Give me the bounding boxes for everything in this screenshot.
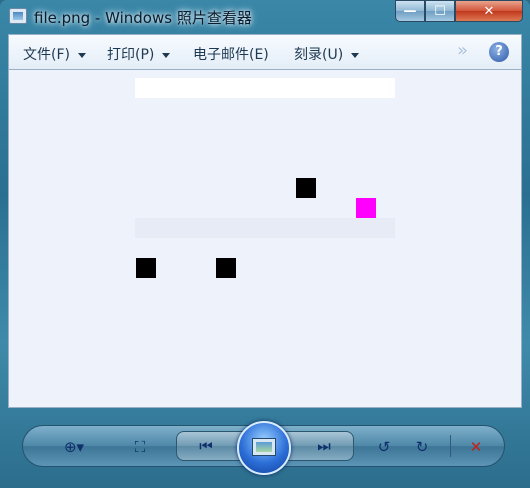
delete-icon[interactable]: ✕: [465, 437, 487, 457]
image-white-strip: [135, 78, 395, 98]
black-pixel-3: [216, 258, 236, 278]
menu-file-label: 文件(F): [23, 47, 70, 63]
black-pixel-1: [296, 178, 316, 198]
image-canvas[interactable]: [8, 70, 522, 408]
photo-viewer-window: file.png - Windows 照片查看器 — ☐ ✕ 文件(F) 打印(…: [0, 0, 530, 488]
rotate-clockwise-icon[interactable]: ↻: [411, 437, 433, 457]
toolbar-divider: [450, 435, 451, 457]
previous-icon[interactable]: ⏮: [195, 436, 217, 456]
next-icon[interactable]: ⏭: [313, 436, 335, 456]
menu-email-label: 电子邮件(E): [193, 47, 269, 63]
rotate-counterclockwise-icon[interactable]: ↺: [373, 437, 395, 457]
menu-burn-label: 刻录(U): [294, 47, 344, 63]
menu-email[interactable]: 电子邮件(E): [193, 44, 269, 64]
overflow-chevron-icon[interactable]: »: [457, 40, 468, 61]
menu-burn[interactable]: 刻录(U): [294, 44, 360, 64]
menu-bar: 文件(F) 打印(P) 电子邮件(E) 刻录(U) » ?: [8, 34, 522, 70]
title-bar[interactable]: file.png - Windows 照片查看器 — ☐ ✕: [0, 0, 530, 34]
window-title: file.png - Windows 照片查看器: [34, 9, 252, 27]
zoom-icon[interactable]: ⊕▾: [57, 437, 91, 457]
slideshow-button[interactable]: [237, 421, 291, 475]
close-button[interactable]: ✕: [455, 0, 523, 22]
image-faint-strip: [135, 218, 395, 238]
help-icon[interactable]: ?: [489, 42, 509, 62]
maximize-button[interactable]: ☐: [425, 0, 455, 22]
magenta-pixel: [356, 198, 376, 218]
black-pixel-2: [136, 258, 156, 278]
chevron-down-icon: [77, 52, 86, 58]
photo-viewer-app-icon[interactable]: [9, 8, 27, 24]
actual-size-icon[interactable]: ⛶: [129, 437, 151, 457]
slideshow-icon: [252, 438, 276, 456]
chevron-down-icon: [162, 52, 171, 58]
menu-print-label: 打印(P): [107, 47, 155, 63]
minimize-button[interactable]: —: [395, 0, 425, 22]
chevron-down-icon: [351, 52, 360, 58]
menu-file[interactable]: 文件(F): [23, 44, 86, 64]
menu-print[interactable]: 打印(P): [107, 44, 171, 64]
